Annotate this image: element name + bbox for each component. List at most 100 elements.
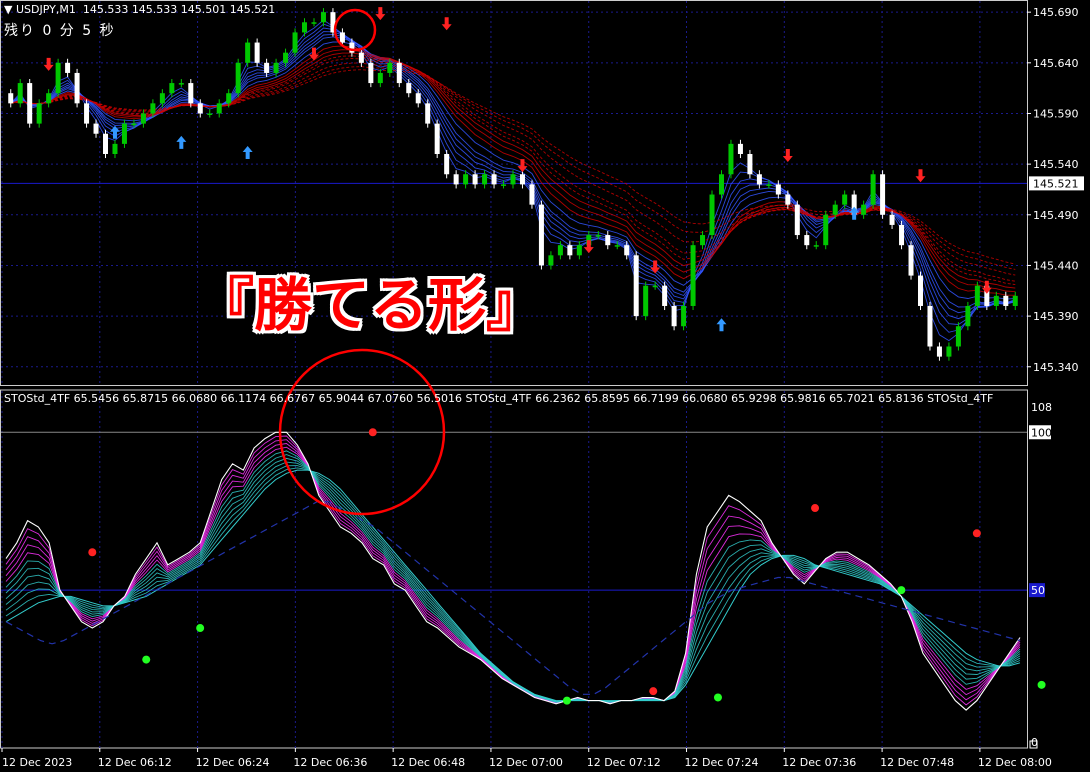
candle-body	[434, 123, 440, 154]
x-tick-label: 12 Dec 06:36	[293, 756, 367, 769]
candle-body	[444, 154, 450, 175]
candle-body	[27, 83, 33, 124]
candle-body	[813, 245, 819, 247]
candle-body	[55, 62, 61, 94]
candle-body	[216, 103, 222, 114]
cross-up-marker	[1037, 680, 1046, 689]
candle-body	[965, 305, 971, 327]
x-tick-label: 12 Dec 06:48	[391, 756, 465, 769]
x-tick-label: 12 Dec 08:00	[978, 756, 1052, 769]
sell-arrow-icon	[583, 240, 594, 254]
candle-body	[889, 214, 895, 225]
y-tick-label: 145.390	[1033, 310, 1079, 323]
candle-body	[908, 245, 914, 276]
candle-body	[415, 93, 421, 104]
candle-body	[538, 204, 544, 266]
candle-body	[671, 305, 677, 327]
candle-body	[899, 224, 905, 246]
candle-body	[510, 174, 516, 185]
candle-body	[880, 174, 886, 215]
candle-body	[150, 103, 156, 114]
stoch-ribbon-line	[5, 467, 1021, 702]
candle-body	[766, 184, 772, 186]
candle-body	[955, 326, 961, 347]
candle-body	[557, 245, 563, 256]
candle-body	[567, 245, 573, 256]
candle-body	[178, 83, 184, 85]
y-tick-label: 145.340	[1033, 361, 1079, 374]
candle-body	[311, 22, 317, 24]
candle-body	[368, 62, 374, 84]
chart-canvas[interactable]: 12 Dec 2023 12 Dec 06:12 12 Dec 06:24 12 De…	[0, 0, 1090, 772]
cross-up-marker	[142, 655, 151, 664]
candle-body	[1003, 295, 1009, 306]
candle-body	[283, 52, 289, 63]
candle-body	[785, 194, 791, 205]
candle-body	[197, 103, 203, 114]
candle-body	[756, 174, 762, 185]
candle-body	[131, 123, 137, 126]
candle-body	[747, 154, 753, 175]
candle-body	[700, 235, 706, 246]
cross-up-marker	[562, 696, 571, 705]
x-tick-label: 12 Dec 07:12	[587, 756, 661, 769]
candle-body	[690, 245, 696, 306]
overlay-caption: 『勝てる形』	[196, 271, 545, 339]
candle-body	[804, 235, 810, 246]
x-tick-label: 12 Dec 06:24	[196, 756, 270, 769]
cross-down-marker	[88, 548, 97, 557]
candle-body	[519, 174, 525, 185]
y-tick-label: 100	[1031, 426, 1052, 439]
candle-body	[453, 174, 459, 185]
candle-body	[406, 83, 412, 94]
candle-body	[861, 204, 867, 215]
y-tick-label: 50	[1031, 584, 1045, 597]
candle-body	[387, 62, 393, 73]
candle-body	[339, 32, 345, 43]
candle-body	[775, 184, 781, 195]
candle-body	[472, 174, 478, 185]
candle-body	[245, 42, 251, 63]
candle-body	[491, 174, 497, 185]
x-tick-label: 12 Dec 2023	[2, 756, 72, 769]
candle-body	[235, 62, 241, 94]
candle-body	[718, 174, 724, 195]
x-tick-label: 12 Dec 07:48	[880, 756, 954, 769]
y-tick-label: 108	[1031, 401, 1052, 414]
x-tick-label: 12 Dec 07:24	[685, 756, 759, 769]
candle-body	[624, 245, 630, 256]
candle-body	[188, 83, 194, 104]
candle-body	[501, 184, 507, 186]
collapse-triangle-icon[interactable]: ▼	[4, 3, 16, 16]
candle-body	[652, 285, 658, 288]
cross-down-marker	[811, 504, 820, 513]
candle-body	[159, 93, 165, 104]
indicator-header: STOStd_4TF 65.5456 65.8715 66.0680 66.11…	[4, 392, 994, 405]
candle-body	[974, 285, 980, 306]
candle-body	[595, 235, 601, 237]
buy-arrow-icon	[242, 146, 253, 159]
candle-body	[633, 255, 639, 317]
candle-body	[103, 133, 109, 154]
candle-body	[662, 285, 668, 306]
sell-arrow-icon	[441, 17, 452, 31]
candle-body	[548, 255, 554, 266]
x-tick-label: 12 Dec 07:00	[489, 756, 563, 769]
candle-body	[8, 93, 14, 104]
candle-body	[946, 346, 952, 357]
candle-body	[832, 204, 838, 215]
candle-body	[169, 83, 175, 94]
current-price-label: 145.521	[1033, 177, 1079, 190]
candle-body	[264, 62, 270, 73]
sell-arrow-icon	[782, 149, 793, 162]
sell-arrow-icon	[308, 47, 319, 61]
candle-body	[728, 143, 734, 175]
candle-body	[927, 305, 933, 347]
candle-body	[482, 174, 488, 185]
x-tick-label: 12 Dec 07:36	[782, 756, 856, 769]
candle-body	[993, 295, 999, 306]
sell-arrow-icon	[915, 169, 926, 183]
y-tick-label: 145.590	[1033, 107, 1079, 120]
candle-body	[112, 143, 118, 154]
candle-body	[74, 72, 80, 104]
